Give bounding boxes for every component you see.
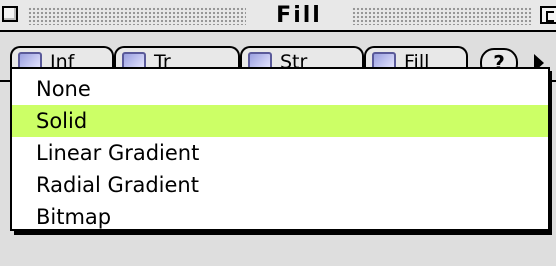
menu-item-radial-gradient[interactable]: Radial Gradient [12,169,548,201]
menu-item-linear-gradient[interactable]: Linear Gradient [12,137,548,169]
window-title: Fill [246,3,352,28]
menu-item-none[interactable]: None [12,73,548,105]
zoom-box-icon[interactable] [540,6,556,24]
fill-type-popup-menu: None Solid Linear Gradient Radial Gradie… [10,67,550,231]
title-bar-texture [352,7,532,25]
menu-item-solid[interactable]: Solid [12,105,548,137]
close-box-icon[interactable] [2,6,18,22]
menu-item-bitmap[interactable]: Bitmap [12,201,548,233]
title-bar-texture [28,7,246,25]
title-bar[interactable]: Fill [0,0,556,32]
